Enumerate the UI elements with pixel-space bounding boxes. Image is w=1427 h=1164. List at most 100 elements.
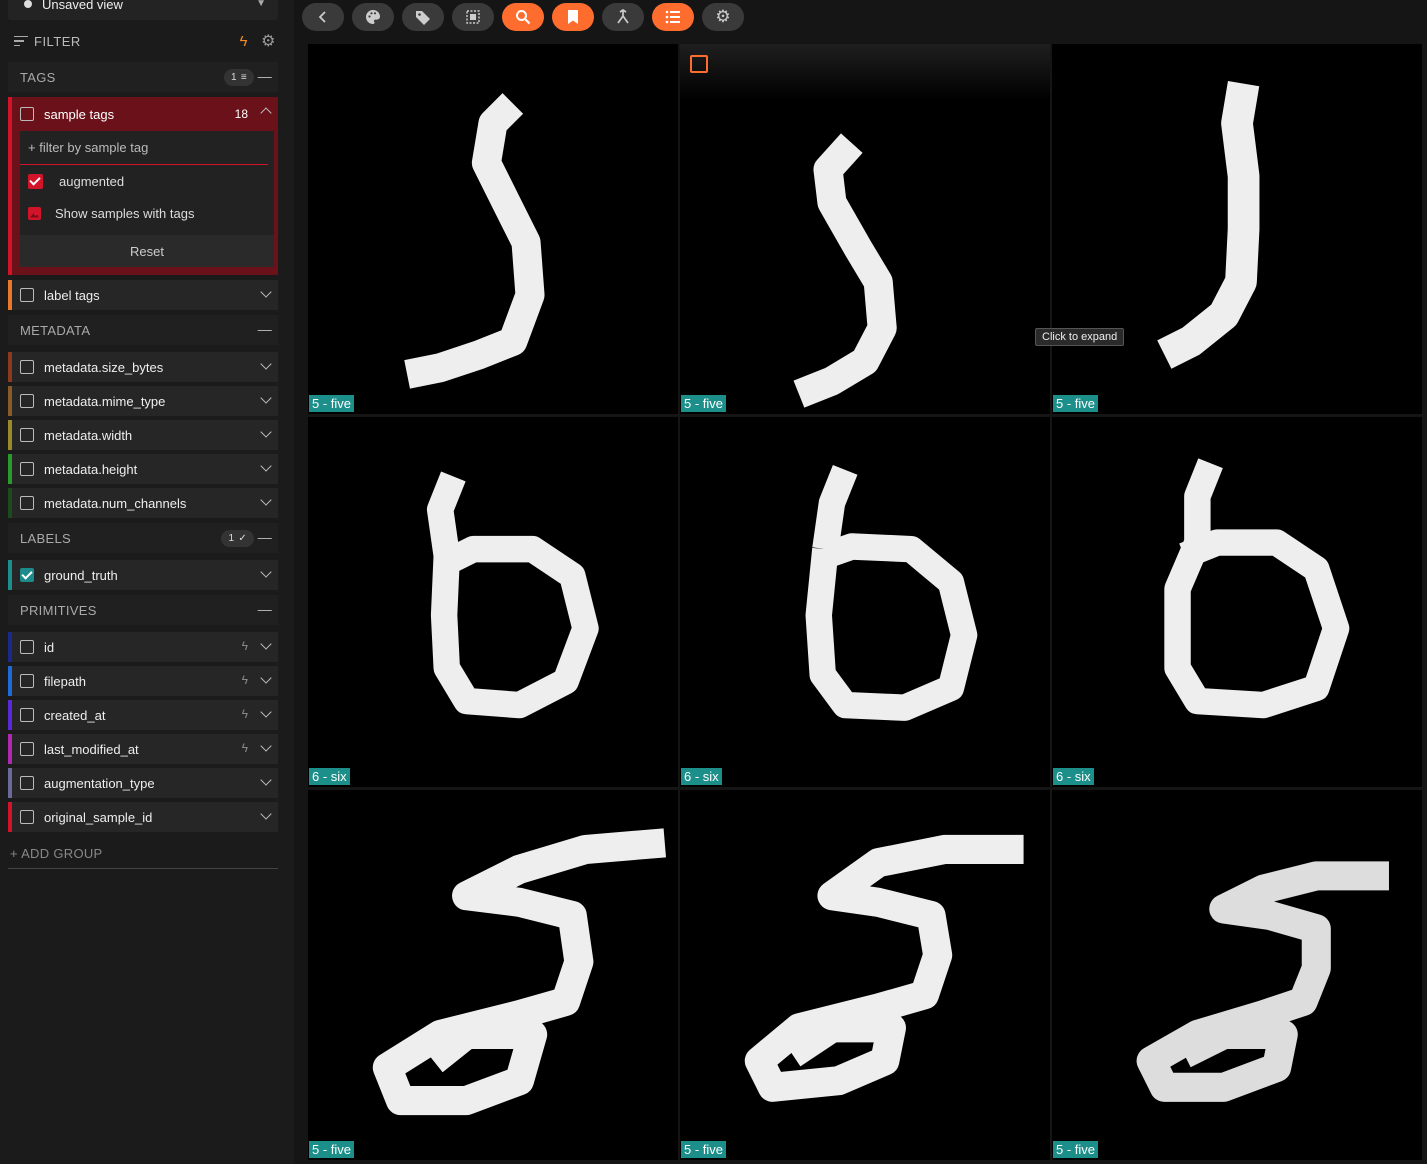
search-button[interactable] xyxy=(502,3,544,31)
sample-tile[interactable]: 5 - five xyxy=(1052,44,1422,414)
chevron-up-icon[interactable] xyxy=(260,107,272,119)
view-select-label: Unsaved view xyxy=(42,0,123,12)
label-badge: 6 - six xyxy=(1053,768,1094,785)
settings-button[interactable]: ⚙ xyxy=(702,3,744,31)
bookmark-button[interactable] xyxy=(552,3,594,31)
field-checkbox[interactable] xyxy=(20,288,34,302)
list-button[interactable] xyxy=(652,3,694,31)
select-button[interactable] xyxy=(452,3,494,31)
chevron-down-icon[interactable] xyxy=(260,566,272,578)
field-checkbox[interactable] xyxy=(20,394,34,408)
field-label: label tags xyxy=(44,287,100,303)
label-badge: 5 - five xyxy=(309,395,355,412)
collapse-icon[interactable]: — xyxy=(258,321,272,337)
view-select[interactable]: Unsaved view ▼ xyxy=(8,0,278,20)
add-group-button[interactable]: + ADD GROUP xyxy=(10,846,103,861)
field-label: metadata.mime_type xyxy=(44,393,166,409)
lightning-icon[interactable]: ϟ xyxy=(240,33,248,50)
sample-tile-selected[interactable]: 5 - five xyxy=(680,44,1050,414)
group-tags[interactable]: TAGS 1 ≡ — xyxy=(8,62,278,92)
show-samples-toggle[interactable]: Show samples with tags xyxy=(20,197,274,229)
sample-tile[interactable]: 5 - five xyxy=(680,790,1050,1160)
field-augmentation-type[interactable]: augmentation_type xyxy=(8,768,278,798)
chevron-down-icon[interactable] xyxy=(260,460,272,472)
select-checkbox[interactable] xyxy=(690,55,708,73)
sample-tags-panel: sample tags 18 + filter by sample tag au… xyxy=(8,97,278,275)
sample-tags-checkbox[interactable] xyxy=(20,107,34,121)
sample-tile[interactable]: 5 - five xyxy=(1052,790,1422,1160)
tags-pill-count: 1 xyxy=(230,72,237,83)
back-icon xyxy=(318,11,326,23)
collapse-icon[interactable]: — xyxy=(258,601,272,617)
lightning-icon: ϟ xyxy=(241,639,248,653)
field-checkbox[interactable] xyxy=(20,428,34,442)
palette-icon xyxy=(366,10,380,24)
group-labels[interactable]: LABELS 1 ✓ — xyxy=(8,523,278,553)
field-created-at[interactable]: created_at ϟ xyxy=(8,700,278,730)
field-last-modified-at[interactable]: last_modified_at ϟ xyxy=(8,734,278,764)
chevron-down-icon[interactable] xyxy=(260,392,272,404)
collapse-icon[interactable]: — xyxy=(258,529,272,545)
field-checkbox[interactable] xyxy=(20,742,34,756)
field-id[interactable]: id ϟ xyxy=(8,632,278,662)
digit-five-image xyxy=(404,93,545,389)
field-checkbox[interactable] xyxy=(20,496,34,510)
chevron-down-icon[interactable] xyxy=(260,808,272,820)
field-checkbox[interactable] xyxy=(20,708,34,722)
tags-filter-pill[interactable]: 1 ≡ xyxy=(223,69,254,86)
field-label: ground_truth xyxy=(44,567,118,583)
digit-five-image xyxy=(372,828,666,1116)
tag-checkbox-checked[interactable] xyxy=(28,173,43,189)
sample-tags-header[interactable]: sample tags 18 xyxy=(12,97,278,131)
field-metadata-height[interactable]: metadata.height xyxy=(8,454,278,484)
field-ground-truth[interactable]: ground_truth xyxy=(8,560,278,590)
field-checkbox[interactable] xyxy=(20,776,34,790)
group-primitives[interactable]: PRIMITIVES — xyxy=(8,595,278,625)
chevron-down-icon[interactable] xyxy=(260,740,272,752)
field-checkbox[interactable] xyxy=(20,360,34,374)
reset-button[interactable]: Reset xyxy=(20,235,274,267)
sample-tile[interactable]: 6 - six xyxy=(308,417,678,787)
sample-tile[interactable]: 6 - six xyxy=(1052,417,1422,787)
digit-five-image xyxy=(1136,861,1389,1102)
merge-button[interactable] xyxy=(602,3,644,31)
field-checkbox[interactable] xyxy=(20,810,34,824)
sample-grid: 5 - five 5 - five 5 - five 6 - six 6 - s… xyxy=(308,44,1423,1160)
chevron-down-icon[interactable] xyxy=(260,706,272,718)
field-metadata-width[interactable]: metadata.width xyxy=(8,420,278,450)
tag-filter-input[interactable]: + filter by sample tag xyxy=(20,131,268,165)
field-original-sample-id[interactable]: original_sample_id xyxy=(8,802,278,832)
chevron-down-icon[interactable] xyxy=(260,286,272,298)
field-metadata-size-bytes[interactable]: metadata.size_bytes xyxy=(8,352,278,382)
collapse-icon[interactable]: — xyxy=(258,68,272,84)
sample-tile[interactable]: 6 - six xyxy=(680,417,1050,787)
chevron-down-icon[interactable] xyxy=(260,426,272,438)
field-label-tags[interactable]: label tags xyxy=(8,280,278,310)
label-badge: 6 - six xyxy=(681,768,722,785)
chevron-down-icon[interactable] xyxy=(260,638,272,650)
labels-pill[interactable]: 1 ✓ xyxy=(221,530,254,547)
sample-tile[interactable]: 5 - five xyxy=(308,790,678,1160)
field-label: id xyxy=(44,639,55,655)
field-metadata-num-channels[interactable]: metadata.num_channels xyxy=(8,488,278,518)
gear-icon[interactable]: ⚙ xyxy=(261,31,276,51)
field-checkbox[interactable] xyxy=(20,674,34,688)
field-checkbox-checked[interactable] xyxy=(20,568,34,582)
sample-tile[interactable]: 5 - five xyxy=(308,44,678,414)
color-button[interactable] xyxy=(352,3,394,31)
field-metadata-mime-type[interactable]: metadata.mime_type xyxy=(8,386,278,416)
chevron-down-icon[interactable] xyxy=(260,494,272,506)
field-filepath[interactable]: filepath ϟ xyxy=(8,666,278,696)
back-button[interactable] xyxy=(302,3,344,31)
sample-tags-count: 18 xyxy=(234,107,248,121)
field-checkbox[interactable] xyxy=(20,462,34,476)
field-checkbox[interactable] xyxy=(20,640,34,654)
tag-item-augmented[interactable]: augmented xyxy=(20,165,274,197)
tag-button[interactable] xyxy=(402,3,444,31)
chevron-down-icon[interactable] xyxy=(260,358,272,370)
group-metadata[interactable]: METADATA — xyxy=(8,315,278,345)
chevron-down-icon[interactable] xyxy=(260,774,272,786)
label-badge: 5 - five xyxy=(681,1141,727,1158)
lightning-icon: ϟ xyxy=(241,707,248,721)
chevron-down-icon[interactable] xyxy=(260,672,272,684)
